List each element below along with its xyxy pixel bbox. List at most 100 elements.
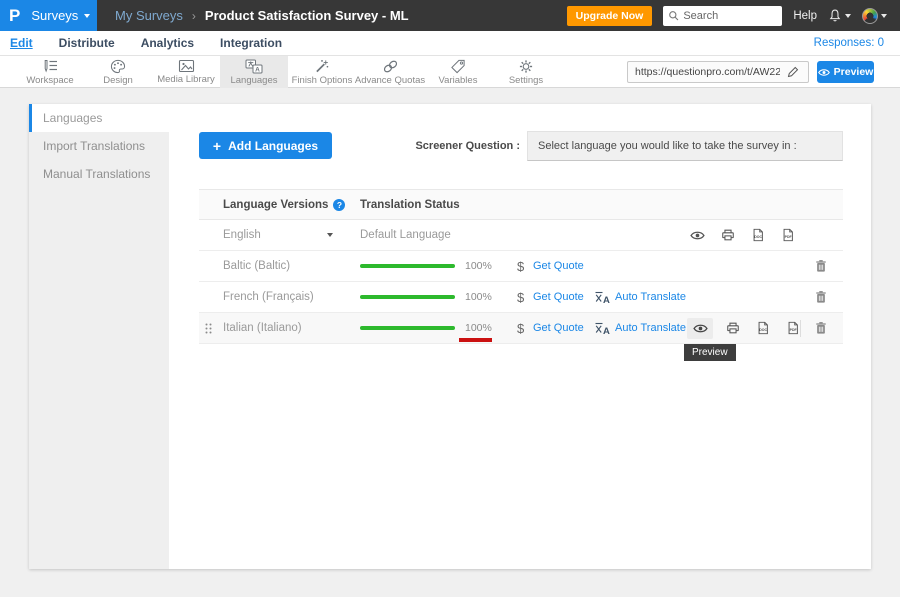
translation-progress-bar [360, 313, 455, 343]
get-quote-link[interactable]: Get Quote [533, 313, 584, 343]
tab-integration[interactable]: Integration [220, 36, 282, 50]
workspace-icon [42, 59, 59, 74]
language-versions-table: Language Versions ? Translation Status E… [199, 189, 843, 344]
delete-language-button[interactable] [811, 251, 831, 281]
sidebar-item-label: Manual Translations [43, 167, 150, 181]
eye-icon [693, 323, 708, 334]
add-languages-button[interactable]: + Add Languages [199, 132, 332, 159]
svg-text:PDF: PDF [784, 235, 792, 239]
pdf-file-icon: PDF [786, 321, 800, 335]
svg-text:PDF: PDF [789, 328, 797, 332]
trash-icon [815, 290, 827, 304]
account-menu[interactable] [862, 8, 887, 24]
toolbar-item-settings[interactable]: Settings [492, 56, 560, 88]
print-button[interactable] [722, 318, 743, 339]
responses-count[interactable]: Responses: 0 [814, 37, 900, 49]
toolbar-item-workspace[interactable]: Workspace [16, 56, 84, 88]
drag-dots-icon [205, 323, 212, 334]
toolbar-item-label: Design [103, 75, 133, 86]
row-actions: DOC PDF [687, 220, 798, 250]
survey-url-box [627, 61, 809, 83]
toolbar-item-label: Variables [439, 75, 478, 86]
pdf-file-icon: PDF [781, 228, 795, 242]
svg-text:A: A [603, 326, 610, 335]
questionpro-logo[interactable]: P [9, 6, 20, 26]
toolbar-item-media-library[interactable]: Media Library [152, 56, 220, 88]
top-bar-right: Upgrade Now Help [567, 6, 900, 26]
table-row-english: English Default Language DOC PDF [199, 220, 843, 251]
toolbar-item-variables[interactable]: Variables [424, 56, 492, 88]
surveys-menu[interactable]: Surveys [31, 8, 90, 23]
svg-text:A: A [603, 295, 610, 304]
screener-question-field[interactable]: Select language you would like to take t… [527, 131, 843, 161]
toolbar-item-design[interactable]: Design [84, 56, 152, 88]
auto-translate-label[interactable]: Auto Translate [615, 291, 686, 303]
surveys-menu-label: Surveys [31, 8, 78, 23]
table-header: Language Versions ? Translation Status [199, 189, 843, 220]
toolbar-item-label: Media Library [157, 74, 215, 85]
nav-tabs: Edit Distribute Analytics Integration [0, 36, 282, 50]
toolbar-item-finish-options[interactable]: Finish Options [288, 56, 356, 88]
export-doc-button[interactable]: DOC [747, 225, 768, 246]
table-row-italian: Italian (Italiano) 100% $ Get Quote A Au… [199, 313, 843, 344]
preview-language-button[interactable] [687, 318, 713, 339]
toolbar-item-advance-quotas[interactable]: Advance Quotas [356, 56, 424, 88]
language-name: Baltic (Baltic) [223, 251, 290, 281]
auto-translate-icon: A [595, 322, 610, 335]
language-dropdown[interactable] [327, 220, 333, 250]
printer-icon [721, 228, 735, 242]
sidebar-item-label: Import Translations [43, 139, 145, 153]
tab-analytics[interactable]: Analytics [141, 36, 194, 50]
default-language-label: Default Language [360, 220, 451, 250]
translate-icon: A [245, 59, 263, 74]
toolbar-item-languages[interactable]: A Languages [220, 56, 288, 88]
svg-text:DOC: DOC [754, 235, 762, 239]
upgrade-now-button[interactable]: Upgrade Now [567, 6, 653, 26]
tab-edit[interactable]: Edit [10, 36, 33, 50]
export-doc-button[interactable]: DOC [752, 318, 773, 339]
chain-links-icon [382, 59, 399, 74]
help-link[interactable]: Help [793, 10, 817, 22]
sidebar-item-languages[interactable]: Languages [29, 104, 169, 132]
print-button[interactable] [717, 225, 738, 246]
pencil-icon [787, 66, 799, 78]
chevron-down-icon [84, 14, 90, 18]
edit-url-button[interactable] [780, 62, 806, 82]
palette-icon [110, 59, 126, 74]
languages-panel: Languages Import Translations Manual Tra… [29, 104, 871, 569]
breadcrumb-my-surveys[interactable]: My Surveys [115, 8, 183, 23]
tab-distribute[interactable]: Distribute [59, 36, 115, 50]
delete-language-button[interactable] [811, 282, 831, 312]
edit-toolbar: Workspace Design Media Library A Languag… [0, 56, 900, 88]
auto-translate-label[interactable]: Auto Translate [615, 322, 686, 334]
help-icon[interactable]: ? [333, 199, 345, 211]
toolbar-item-label: Workspace [26, 75, 73, 86]
get-quote-link[interactable]: Get Quote [533, 282, 584, 312]
sidebar-item-import-translations[interactable]: Import Translations [29, 132, 169, 160]
get-quote-link[interactable]: Get Quote [533, 251, 584, 281]
survey-url-input[interactable] [628, 66, 780, 78]
auto-translate[interactable]: A Auto Translate [595, 313, 686, 343]
sidebar-item-manual-translations[interactable]: Manual Translations [29, 160, 169, 188]
delete-language-button[interactable] [811, 313, 831, 343]
export-pdf-button[interactable]: PDF [777, 225, 798, 246]
drag-handle[interactable] [205, 313, 212, 343]
bell-icon [828, 8, 842, 23]
dollar-icon: $ [517, 251, 524, 281]
image-icon [178, 59, 195, 73]
product-switcher[interactable]: P Surveys [0, 0, 97, 31]
table-row-french: French (Français) 100% $ Get Quote A Aut… [199, 282, 843, 313]
global-search[interactable] [663, 6, 782, 26]
preview-button-label: Preview [834, 66, 874, 78]
preview-language-button[interactable] [687, 225, 708, 246]
search-icon [668, 10, 679, 21]
search-input[interactable] [683, 10, 777, 22]
actions-divider [800, 320, 801, 337]
auto-translate-icon: A [595, 291, 610, 304]
translation-progress-pct: 100% [465, 251, 492, 281]
notifications-menu[interactable] [828, 8, 851, 23]
avatar[interactable] [862, 8, 878, 24]
auto-translate[interactable]: A Auto Translate [595, 282, 686, 312]
preview-button[interactable]: Preview [817, 61, 874, 83]
toolbar-item-label: Advance Quotas [355, 75, 425, 86]
